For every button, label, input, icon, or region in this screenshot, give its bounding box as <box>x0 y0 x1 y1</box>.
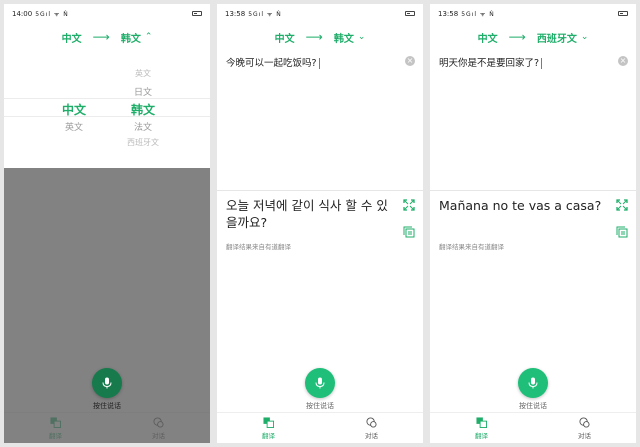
tab-translate[interactable]: 翻译 <box>430 413 533 443</box>
tab-dialog-label: 对话 <box>365 431 378 440</box>
microphone-icon <box>102 377 112 389</box>
result-source-note: 翻译结果来自有道翻译 <box>439 243 504 251</box>
battery-icon <box>618 11 628 16</box>
picker-highlight-top <box>4 98 210 99</box>
tab-dialog[interactable]: 对话 <box>320 413 423 443</box>
signal-icon: 5Gıl ᯤ N̂ <box>461 11 495 18</box>
arrow-right-icon: ⟶ <box>92 30 110 44</box>
battery-icon <box>192 11 202 16</box>
status-bar: 13:58 5Gıl ᯤ N̂ <box>217 4 423 24</box>
chevron-up-icon[interactable]: ⌃ <box>145 32 153 42</box>
microphone-icon <box>315 377 325 389</box>
target-language-button[interactable]: 韩文 <box>334 30 354 45</box>
target-language-button[interactable]: 西班牙文 <box>537 30 577 45</box>
bottom-tab-bar: 翻译 对话 <box>217 412 423 443</box>
source-text-input[interactable]: 明天你是不是要回家了? <box>439 55 610 69</box>
tab-translate-label: 翻译 <box>262 431 275 440</box>
status-time: 13:58 <box>438 10 459 18</box>
language-picker-screen: 14:00 5Gıl ᯤ N̂ 中文 ⟶ 韩文 ⌃ 中文 英文 英文 日文 韩文… <box>4 4 210 443</box>
translation-screen-spanish: 13:58 5Gıl ᯤ N̂ 中文 ⟶ 西班牙文 ⌄ 明天你是不是要回家了? … <box>430 4 636 443</box>
hold-to-talk-label: 按住说话 <box>306 402 334 410</box>
target-picker-option[interactable]: 法文 <box>123 120 163 133</box>
expand-icon[interactable] <box>616 199 628 211</box>
copy-icon[interactable] <box>616 226 628 238</box>
source-picker-option[interactable]: 英文 <box>54 120 94 133</box>
target-picker-selected[interactable]: 韩文 <box>123 101 163 118</box>
microphone-icon <box>528 377 538 389</box>
signal-icon: 5Gıl ᯤ N̂ <box>248 11 282 18</box>
microphone-button[interactable] <box>518 368 548 398</box>
source-language-button[interactable]: 中文 <box>62 30 82 45</box>
picker-highlight-bottom <box>4 116 210 117</box>
tab-translate[interactable]: 翻译 <box>217 413 320 443</box>
target-language-button[interactable]: 韩文 <box>121 30 141 45</box>
arrow-right-icon: ⟶ <box>508 30 526 44</box>
microphone-button[interactable] <box>305 368 335 398</box>
text-caret <box>541 58 543 69</box>
language-bar: 中文 ⟶ 西班牙文 ⌄ <box>430 24 636 50</box>
dialog-icon <box>579 416 590 428</box>
language-bar: 中文 ⟶ 韩文 ⌃ <box>4 24 210 50</box>
signal-icon: 5Gıl ᯤ N̂ <box>35 11 69 18</box>
source-language-button[interactable]: 中文 <box>275 30 295 45</box>
status-time: 14:00 <box>12 10 33 18</box>
source-text-input[interactable]: 今晚可以一起吃饭吗? <box>226 55 397 69</box>
section-divider <box>430 190 636 191</box>
source-text: 明天你是不是要回家了? <box>439 58 540 69</box>
tab-dialog[interactable]: 对话 <box>533 413 636 443</box>
result-source-note: 翻译结果来自有道翻译 <box>226 243 291 251</box>
arrow-right-icon: ⟶ <box>305 30 323 44</box>
tab-translate-label: 翻译 <box>475 431 488 440</box>
expand-icon[interactable] <box>403 199 415 211</box>
target-picker-option[interactable]: 西班牙文 <box>113 137 173 148</box>
status-time: 13:58 <box>225 10 246 18</box>
translate-icon <box>263 416 274 428</box>
language-bar: 中文 ⟶ 韩文 ⌄ <box>217 24 423 50</box>
translation-result: Mañana no te vas a casa? <box>439 198 602 213</box>
clear-icon[interactable]: × <box>618 56 628 66</box>
copy-icon[interactable] <box>403 226 415 238</box>
chevron-down-icon[interactable]: ⌄ <box>581 32 589 42</box>
source-picker-selected[interactable]: 中文 <box>54 101 94 118</box>
bottom-tab-bar: 翻译 对话 <box>430 412 636 443</box>
clear-icon[interactable]: × <box>405 56 415 66</box>
source-language-button[interactable]: 中文 <box>478 30 498 45</box>
translation-screen-korean: 13:58 5Gıl ᯤ N̂ 中文 ⟶ 韩文 ⌄ 今晚可以一起吃饭吗? × 오… <box>217 4 423 443</box>
source-text: 今晚可以一起吃饭吗? <box>226 58 317 69</box>
translate-icon <box>476 416 487 428</box>
target-picker-option[interactable]: 日文 <box>123 85 163 98</box>
hold-to-talk-label: 按住说话 <box>519 402 547 410</box>
tab-dialog-label: 对话 <box>578 431 591 440</box>
hold-to-talk-label: 按住说话 <box>93 402 121 410</box>
dialog-icon <box>366 416 377 428</box>
chevron-down-icon[interactable]: ⌄ <box>358 32 366 42</box>
section-divider <box>217 190 423 191</box>
status-bar: 13:58 5Gıl ᯤ N̂ <box>430 4 636 24</box>
battery-icon <box>405 11 415 16</box>
status-bar: 14:00 5Gıl ᯤ N̂ <box>4 4 210 24</box>
target-picker-option[interactable]: 英文 <box>123 68 163 79</box>
translation-result: 오늘 저녁에 같이 식사 할 수 있을까요? <box>226 198 388 230</box>
text-caret <box>318 58 320 69</box>
microphone-button[interactable] <box>92 368 122 398</box>
